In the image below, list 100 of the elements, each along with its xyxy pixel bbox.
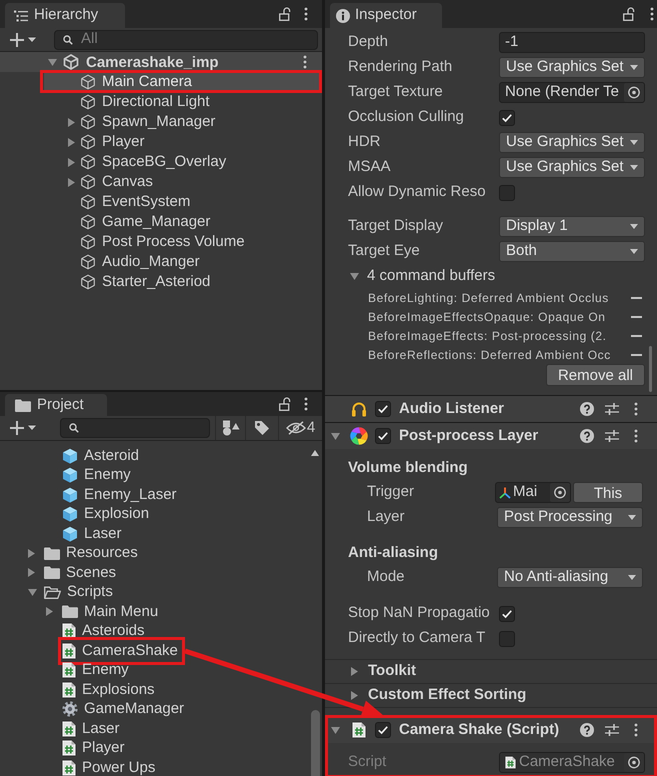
- hierarchy-item[interactable]: Player: [44, 132, 322, 152]
- number-field[interactable]: -1: [499, 32, 645, 53]
- checkbox[interactable]: [499, 110, 515, 126]
- collapsed-arrow-icon[interactable]: [351, 691, 358, 700]
- hidden-count-button[interactable]: 4: [286, 416, 316, 440]
- hierarchy-item[interactable]: SpaceBG_Overlay: [44, 152, 322, 172]
- kebab-menu-icon[interactable]: [304, 397, 308, 411]
- checkbox[interactable]: [375, 722, 391, 738]
- checkbox[interactable]: [499, 630, 515, 646]
- shapes-icon[interactable]: [222, 420, 240, 436]
- checkbox[interactable]: [499, 184, 515, 200]
- hierarchy-item[interactable]: Starter_Asteriod: [44, 272, 322, 292]
- hierarchy-item[interactable]: Post Process Volume: [44, 232, 322, 252]
- lock-icon[interactable]: [623, 7, 635, 21]
- target-icon[interactable]: [550, 483, 570, 502]
- scrollbar-thumb[interactable]: [649, 346, 652, 392]
- sliders-icon[interactable]: [605, 402, 619, 416]
- dropdown[interactable]: Display 1: [499, 216, 645, 237]
- hierarchy-item[interactable]: Spawn_Manager: [44, 112, 322, 132]
- panel-tab[interactable]: Inspector: [330, 3, 442, 28]
- expanded-arrow-icon[interactable]: [331, 726, 340, 734]
- project-item[interactable]: Enemy: [0, 660, 308, 680]
- project-item[interactable]: Power Ups: [0, 758, 308, 776]
- project-item[interactable]: Enemy: [0, 466, 308, 485]
- hierarchy-item[interactable]: Directional Light: [44, 92, 322, 112]
- dropdown[interactable]: Post Processing: [497, 507, 643, 528]
- minus-icon[interactable]: [631, 316, 642, 318]
- kebab-menu-icon[interactable]: [304, 7, 308, 21]
- kebab-menu-icon[interactable]: [634, 429, 638, 443]
- project-item[interactable]: Laser: [0, 719, 308, 738]
- help-icon[interactable]: [580, 402, 594, 416]
- minus-icon[interactable]: [631, 334, 642, 336]
- project-item[interactable]: Asteroid: [0, 446, 308, 466]
- target-icon[interactable]: [624, 83, 644, 102]
- collapsed-arrow-icon[interactable]: [68, 178, 75, 186]
- dropdown[interactable]: Use Graphics Set: [499, 57, 645, 78]
- project-item[interactable]: Laser: [0, 524, 308, 544]
- search-field[interactable]: [60, 418, 210, 438]
- scroll-up-arrow-icon[interactable]: [311, 450, 319, 456]
- expanded-arrow-icon[interactable]: [331, 432, 340, 440]
- project-item[interactable]: Player: [0, 738, 308, 758]
- project-item[interactable]: Resources: [0, 544, 308, 563]
- lock-icon[interactable]: [279, 7, 291, 21]
- collapsed-arrow-icon[interactable]: [46, 607, 53, 616]
- sliders-icon[interactable]: [605, 429, 619, 443]
- checkbox[interactable]: [375, 401, 391, 417]
- sliders-icon[interactable]: [605, 723, 619, 737]
- object-field[interactable]: Mai: [495, 482, 571, 503]
- collapsed-arrow-icon[interactable]: [68, 138, 75, 146]
- expanded-arrow-icon[interactable]: [350, 272, 359, 280]
- panel-tab[interactable]: Project: [5, 394, 107, 416]
- checkbox[interactable]: [375, 428, 391, 444]
- hierarchy-item[interactable]: Canvas: [44, 172, 322, 192]
- kebab-menu-icon[interactable]: [634, 402, 638, 416]
- help-icon[interactable]: [580, 429, 594, 443]
- search-field[interactable]: All: [54, 30, 318, 50]
- dropdown[interactable]: Use Graphics Set: [499, 132, 645, 153]
- object-field[interactable]: None (Render Te: [499, 82, 645, 103]
- hierarchy-item[interactable]: EventSystem: [44, 192, 322, 212]
- lock-icon[interactable]: [279, 397, 291, 411]
- kebab-menu-icon[interactable]: [634, 723, 638, 737]
- foldout-toggle[interactable]: 4 command buffers: [325, 264, 657, 288]
- foldout-header[interactable]: Toolkit: [325, 660, 657, 684]
- tag-icon[interactable]: [254, 420, 270, 436]
- project-item[interactable]: Explosions: [0, 680, 308, 700]
- checkbox[interactable]: [499, 606, 515, 622]
- project-item[interactable]: Explosion: [0, 504, 308, 524]
- scrollbar-thumb[interactable]: [310, 710, 320, 776]
- collapsed-arrow-icon[interactable]: [28, 568, 35, 578]
- project-item[interactable]: GameManager: [0, 700, 308, 719]
- script-file-icon: [62, 682, 76, 698]
- project-item[interactable]: CameraShake: [0, 641, 308, 660]
- info-icon: [336, 8, 350, 22]
- minus-icon[interactable]: [631, 354, 642, 356]
- project-item[interactable]: Main Menu: [0, 602, 308, 622]
- hierarchy-item[interactable]: Game_Manager: [44, 212, 322, 232]
- kebab-menu-icon[interactable]: [303, 55, 307, 69]
- minus-icon[interactable]: [631, 296, 642, 298]
- dropdown[interactable]: Use Graphics Set: [499, 157, 645, 178]
- project-item[interactable]: Scenes: [0, 563, 308, 582]
- project-item[interactable]: Asteroids: [0, 622, 308, 641]
- expanded-arrow-icon[interactable]: [28, 588, 37, 596]
- this-button[interactable]: This: [573, 482, 643, 503]
- collapsed-arrow-icon[interactable]: [68, 158, 75, 166]
- project-item[interactable]: Scripts: [0, 582, 308, 602]
- eye-slash-icon: [286, 421, 306, 435]
- collapsed-arrow-icon[interactable]: [68, 118, 75, 126]
- remove-all-button[interactable]: Remove all: [546, 364, 645, 386]
- prefab-cube-icon: [62, 526, 78, 542]
- expanded-arrow-icon[interactable]: [48, 58, 57, 66]
- collapsed-arrow-icon[interactable]: [351, 667, 358, 676]
- cube-icon: [80, 214, 96, 230]
- hierarchy-item[interactable]: Audio_Manger: [44, 252, 322, 272]
- dropdown[interactable]: Both: [499, 241, 645, 262]
- collapsed-arrow-icon[interactable]: [28, 548, 35, 558]
- project-item[interactable]: Enemy_Laser: [0, 485, 308, 504]
- panel-tab[interactable]: Hierarchy: [5, 3, 125, 28]
- dropdown[interactable]: No Anti-aliasing: [497, 567, 643, 588]
- help-icon[interactable]: [580, 723, 594, 737]
- kebab-menu-icon[interactable]: [650, 7, 654, 21]
